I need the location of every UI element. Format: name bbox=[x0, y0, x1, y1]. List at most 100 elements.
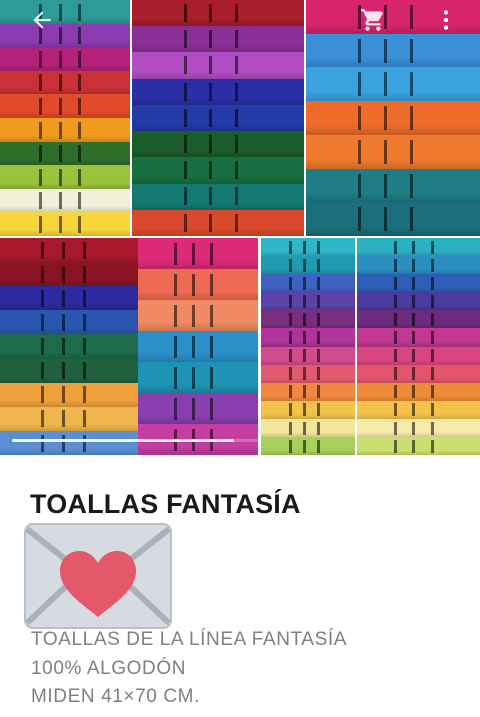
towel-band bbox=[209, 108, 212, 127]
towel-band bbox=[83, 289, 86, 307]
towel-band bbox=[410, 173, 413, 198]
towel-band bbox=[39, 192, 42, 210]
towel-band bbox=[317, 385, 320, 399]
towel-band bbox=[78, 145, 81, 163]
towel-band bbox=[412, 258, 415, 272]
towel-band bbox=[210, 304, 213, 327]
towel-band bbox=[209, 213, 212, 232]
towel-band bbox=[412, 331, 415, 345]
towel-band bbox=[289, 331, 292, 345]
towel-stripe bbox=[0, 47, 130, 72]
towel-band bbox=[384, 106, 387, 131]
towel-band bbox=[431, 276, 434, 290]
towel-band bbox=[431, 403, 434, 417]
towel-band bbox=[431, 349, 434, 363]
photo-towels-5[interactable] bbox=[138, 238, 258, 455]
gallery-scroll-indicator[interactable] bbox=[12, 439, 234, 442]
towel-band bbox=[78, 74, 81, 92]
towel-stripe bbox=[261, 238, 355, 258]
towel-band bbox=[174, 366, 177, 389]
towel-stripe bbox=[357, 418, 480, 438]
towel-band bbox=[210, 366, 213, 389]
towel-stripe bbox=[0, 382, 138, 408]
towel-band bbox=[59, 121, 62, 139]
towel-band bbox=[317, 403, 320, 417]
towel-band bbox=[358, 72, 361, 97]
towel-band bbox=[303, 294, 306, 308]
towel-band bbox=[39, 168, 42, 186]
towel-band bbox=[303, 367, 306, 381]
photo-towels-6[interactable] bbox=[261, 238, 355, 455]
towel-band bbox=[39, 215, 42, 233]
towel-band bbox=[289, 421, 292, 435]
towel-band bbox=[41, 313, 44, 331]
towel-band bbox=[41, 241, 44, 259]
towel-band bbox=[78, 215, 81, 233]
towel-band bbox=[410, 207, 413, 232]
towel-stripe bbox=[0, 212, 130, 236]
towel-stripe bbox=[0, 334, 138, 360]
towel-stripe bbox=[306, 134, 480, 170]
towel-band bbox=[41, 362, 44, 380]
towel-stripe bbox=[138, 238, 258, 270]
towel-stripe bbox=[0, 238, 138, 264]
towel-band bbox=[317, 367, 320, 381]
towel-band bbox=[317, 421, 320, 435]
towel-band bbox=[192, 273, 195, 296]
towel-stripe bbox=[261, 346, 355, 366]
towel-stripe bbox=[306, 202, 480, 236]
towel-band bbox=[184, 56, 187, 75]
towel-band bbox=[289, 258, 292, 272]
towel-band bbox=[235, 213, 238, 232]
towel-band bbox=[235, 56, 238, 75]
towel-band bbox=[289, 385, 292, 399]
towel-band bbox=[59, 97, 62, 115]
towel-band bbox=[289, 367, 292, 381]
photo-towels-4[interactable] bbox=[0, 238, 138, 455]
towel-band bbox=[303, 240, 306, 254]
towel-band bbox=[184, 82, 187, 101]
shopping-cart-icon[interactable] bbox=[357, 4, 389, 36]
product-image-gallery[interactable] bbox=[0, 0, 480, 455]
top-toolbar bbox=[0, 0, 480, 40]
towel-band bbox=[317, 313, 320, 327]
photo-towels-7[interactable] bbox=[357, 238, 480, 455]
towel-band bbox=[317, 439, 320, 453]
towel-band bbox=[289, 313, 292, 327]
towel-band bbox=[235, 161, 238, 180]
towel-band bbox=[317, 240, 320, 254]
towel-band bbox=[174, 273, 177, 296]
towel-band bbox=[289, 349, 292, 363]
towel-band bbox=[431, 313, 434, 327]
more-vertical-icon[interactable] bbox=[430, 4, 462, 36]
arrow-left-icon[interactable] bbox=[26, 4, 58, 36]
towel-stripe bbox=[261, 310, 355, 330]
towel-band bbox=[184, 135, 187, 154]
towel-band bbox=[39, 145, 42, 163]
towel-stripe bbox=[132, 78, 304, 106]
heart-envelope-icon bbox=[24, 523, 172, 629]
towel-band bbox=[431, 240, 434, 254]
towel-stripe bbox=[357, 436, 480, 455]
towel-stripe bbox=[0, 70, 130, 96]
towel-band bbox=[394, 331, 397, 345]
towel-band bbox=[192, 366, 195, 389]
towel-band bbox=[384, 207, 387, 232]
towel-band bbox=[303, 331, 306, 345]
towel-band bbox=[62, 338, 65, 356]
towel-stripe bbox=[132, 209, 304, 236]
towel-band bbox=[303, 349, 306, 363]
towel-band bbox=[410, 38, 413, 63]
towel-band bbox=[209, 56, 212, 75]
towel-band bbox=[235, 187, 238, 206]
towel-band bbox=[358, 207, 361, 232]
towel-stripe bbox=[357, 400, 480, 420]
towel-band bbox=[209, 187, 212, 206]
towel-stripe bbox=[0, 188, 130, 214]
towel-band bbox=[59, 50, 62, 68]
towel-band bbox=[184, 108, 187, 127]
towel-stripe bbox=[132, 52, 304, 80]
towel-band bbox=[235, 135, 238, 154]
towel-band bbox=[83, 338, 86, 356]
description-line: 100% ALGODÓN bbox=[31, 658, 187, 679]
